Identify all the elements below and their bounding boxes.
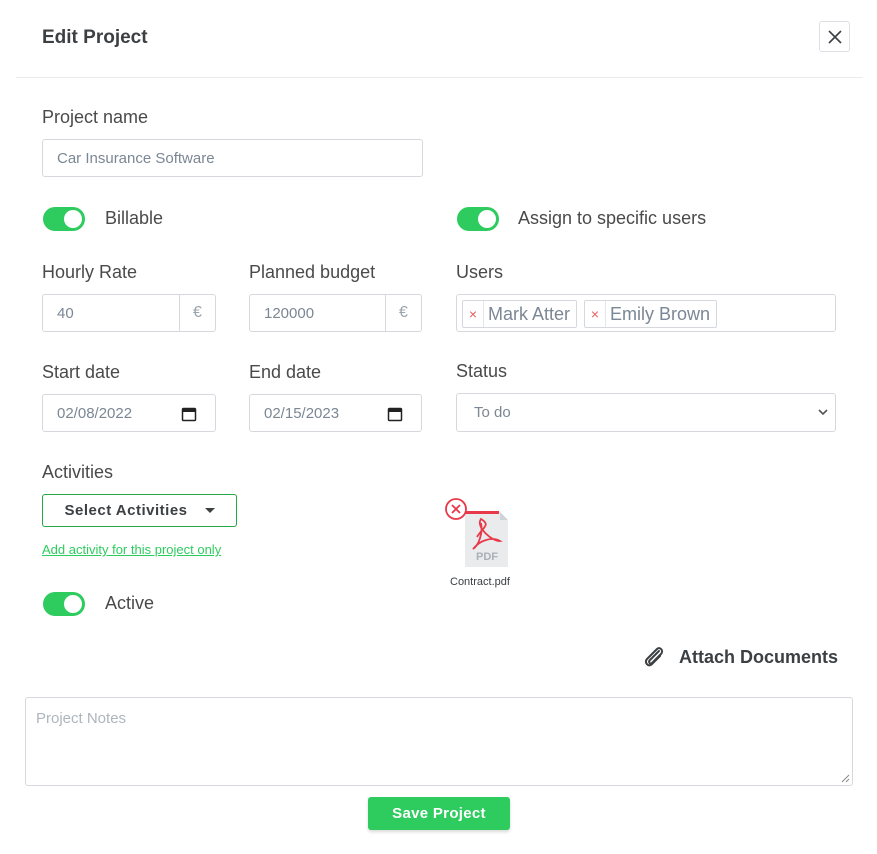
calendar-icon[interactable] bbox=[387, 406, 403, 422]
user-chip-label: Emily Brown bbox=[610, 303, 711, 324]
remove-chip-icon[interactable]: × bbox=[463, 301, 484, 327]
start-date-value: 02/08/2022 bbox=[57, 404, 133, 422]
status-select[interactable]: To do bbox=[456, 393, 836, 432]
end-date-value: 02/15/2023 bbox=[264, 404, 340, 422]
attach-documents-label: Attach Documents bbox=[679, 646, 839, 667]
edit-project-modal: Edit Project Project name Car Insurance … bbox=[0, 0, 877, 854]
attach-documents-button[interactable]: Attach Documents bbox=[642, 644, 838, 670]
select-activities-button[interactable]: Select Activities bbox=[42, 494, 237, 527]
hourly-currency-addon: € bbox=[179, 294, 216, 332]
start-date-input[interactable]: 02/08/2022 bbox=[42, 394, 216, 432]
start-date-label: Start date bbox=[42, 362, 121, 382]
end-date-input[interactable]: 02/15/2023 bbox=[249, 394, 422, 432]
select-activities-label: Select Activities bbox=[64, 502, 188, 519]
caret-down-icon bbox=[204, 508, 215, 513]
active-label: Active bbox=[105, 593, 155, 613]
assign-users-toggle[interactable] bbox=[457, 207, 499, 231]
resize-handle-icon[interactable] bbox=[840, 773, 850, 783]
billable-label: Billable bbox=[105, 208, 164, 228]
save-project-button[interactable]: Save Project bbox=[368, 797, 510, 830]
remove-chip-icon[interactable]: × bbox=[585, 301, 606, 327]
users-label: Users bbox=[456, 262, 504, 282]
assign-users-label: Assign to specific users bbox=[518, 208, 707, 228]
status-value: To do bbox=[474, 404, 511, 421]
active-toggle[interactable] bbox=[43, 592, 85, 616]
billable-toggle[interactable] bbox=[43, 207, 85, 231]
planned-budget-label: Planned budget bbox=[249, 262, 376, 282]
activities-label: Activities bbox=[42, 462, 114, 482]
status-label: Status bbox=[456, 361, 508, 381]
modal-title: Edit Project bbox=[42, 27, 148, 48]
user-chip-label: Mark Atter bbox=[488, 303, 571, 324]
close-icon bbox=[827, 29, 842, 44]
notes-placeholder: Project Notes bbox=[36, 710, 127, 727]
project-name-label: Project name bbox=[42, 107, 149, 127]
paperclip-icon bbox=[644, 647, 664, 667]
hourly-rate-label: Hourly Rate bbox=[42, 262, 138, 282]
pdf-label: PDF bbox=[476, 551, 498, 563]
close-button[interactable] bbox=[819, 21, 850, 52]
user-chip: × Mark Atter bbox=[462, 300, 578, 328]
attachment-filename: Contract.pdf bbox=[450, 576, 510, 588]
pdf-file-icon: PDF bbox=[445, 498, 508, 567]
chevron-down-icon bbox=[818, 409, 828, 416]
user-chip: × Emily Brown bbox=[584, 300, 718, 328]
hourly-rate-input[interactable]: 40 bbox=[42, 294, 180, 332]
calendar-icon[interactable] bbox=[181, 406, 197, 422]
end-date-label: End date bbox=[249, 362, 322, 382]
project-name-input[interactable]: Car Insurance Software bbox=[42, 139, 423, 177]
planned-budget-input[interactable]: 120000 bbox=[249, 294, 386, 332]
modal-header: Edit Project bbox=[16, 0, 863, 78]
users-multiselect[interactable]: × Mark Atter × Emily Brown bbox=[456, 294, 836, 332]
add-activity-link[interactable]: Add activity for this project only bbox=[42, 542, 221, 557]
budget-currency-addon: € bbox=[385, 294, 422, 332]
project-notes-textarea[interactable]: Project Notes bbox=[25, 697, 853, 786]
